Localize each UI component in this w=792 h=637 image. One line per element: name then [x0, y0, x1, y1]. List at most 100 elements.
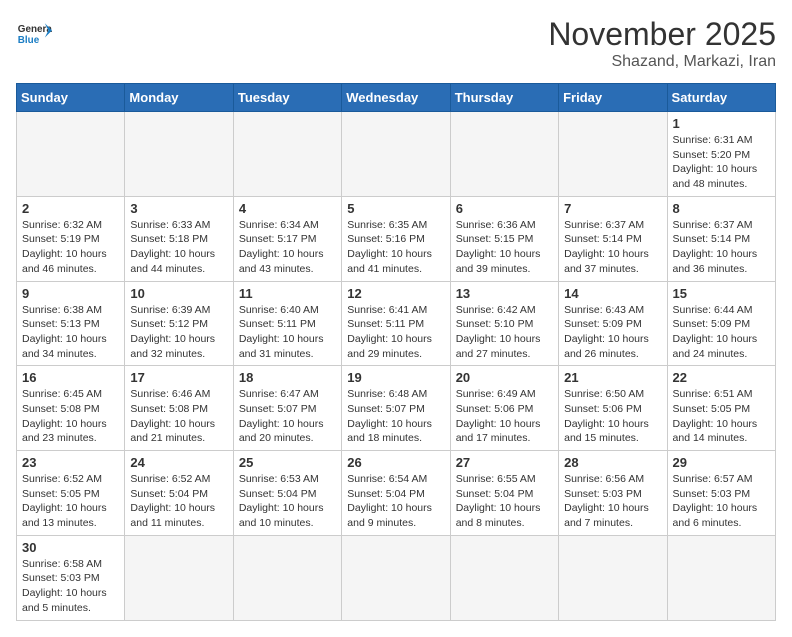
day-info: Sunrise: 6:39 AM Sunset: 5:12 PM Dayligh…: [130, 303, 227, 362]
logo-icon: General Blue: [16, 16, 52, 52]
day-info: Sunrise: 6:52 AM Sunset: 5:04 PM Dayligh…: [130, 472, 227, 531]
logo: General Blue: [16, 16, 52, 52]
day-number: 11: [239, 286, 336, 301]
day-info: Sunrise: 6:49 AM Sunset: 5:06 PM Dayligh…: [456, 387, 553, 446]
day-info: Sunrise: 6:46 AM Sunset: 5:08 PM Dayligh…: [130, 387, 227, 446]
day-info: Sunrise: 6:50 AM Sunset: 5:06 PM Dayligh…: [564, 387, 661, 446]
day-info: Sunrise: 6:56 AM Sunset: 5:03 PM Dayligh…: [564, 472, 661, 531]
day-number: 9: [22, 286, 119, 301]
calendar-day-cell: 25 Sunrise: 6:53 AM Sunset: 5:04 PM Dayli…: [233, 451, 341, 536]
calendar-day-cell: 9 Sunrise: 6:38 AM Sunset: 5:13 PM Daylig…: [17, 281, 125, 366]
title-block: November 2025 Shazand, Markazi, Iran: [548, 16, 776, 71]
calendar-day-cell: [125, 535, 233, 620]
day-info: Sunrise: 6:34 AM Sunset: 5:17 PM Dayligh…: [239, 218, 336, 277]
weekday-header-tuesday: Tuesday: [233, 84, 341, 112]
day-number: 15: [673, 286, 770, 301]
calendar-day-cell: 23 Sunrise: 6:52 AM Sunset: 5:05 PM Dayli…: [17, 451, 125, 536]
calendar-day-cell: 26Sunrise: 6:54 AM Sunset: 5:04 PM Dayli…: [342, 451, 450, 536]
weekday-header-saturday: Saturday: [667, 84, 775, 112]
location-title: Shazand, Markazi, Iran: [548, 53, 776, 71]
day-info: Sunrise: 6:35 AM Sunset: 5:16 PM Dayligh…: [347, 218, 444, 277]
day-info: Sunrise: 6:31 AM Sunset: 5:20 PM Dayligh…: [673, 133, 770, 192]
calendar-day-cell: [342, 535, 450, 620]
day-number: 6: [456, 201, 553, 216]
day-number: 22: [673, 370, 770, 385]
day-number: 18: [239, 370, 336, 385]
day-info: Sunrise: 6:42 AM Sunset: 5:10 PM Dayligh…: [456, 303, 553, 362]
calendar-day-cell: 6 Sunrise: 6:36 AM Sunset: 5:15 PM Daylig…: [450, 196, 558, 281]
day-number: 24: [130, 455, 227, 470]
day-info: Sunrise: 6:53 AM Sunset: 5:04 PM Dayligh…: [239, 472, 336, 531]
calendar-day-cell: 3 Sunrise: 6:33 AM Sunset: 5:18 PM Daylig…: [125, 196, 233, 281]
day-number: 21: [564, 370, 661, 385]
day-number: 3: [130, 201, 227, 216]
calendar-day-cell: [450, 535, 558, 620]
day-number: 13: [456, 286, 553, 301]
calendar-day-cell: 22Sunrise: 6:51 AM Sunset: 5:05 PM Dayli…: [667, 366, 775, 451]
calendar-day-cell: 29Sunrise: 6:57 AM Sunset: 5:03 PM Dayli…: [667, 451, 775, 536]
day-number: 29: [673, 455, 770, 470]
day-info: Sunrise: 6:33 AM Sunset: 5:18 PM Dayligh…: [130, 218, 227, 277]
day-info: Sunrise: 6:40 AM Sunset: 5:11 PM Dayligh…: [239, 303, 336, 362]
month-title: November 2025: [548, 16, 776, 53]
weekday-header-sunday: Sunday: [17, 84, 125, 112]
weekday-header-friday: Friday: [559, 84, 667, 112]
weekday-header-wednesday: Wednesday: [342, 84, 450, 112]
calendar-day-cell: 7 Sunrise: 6:37 AM Sunset: 5:14 PM Daylig…: [559, 196, 667, 281]
calendar-day-cell: 24 Sunrise: 6:52 AM Sunset: 5:04 PM Dayli…: [125, 451, 233, 536]
calendar-day-cell: 11 Sunrise: 6:40 AM Sunset: 5:11 PM Dayli…: [233, 281, 341, 366]
calendar-day-cell: [559, 112, 667, 197]
day-number: 4: [239, 201, 336, 216]
weekday-header-thursday: Thursday: [450, 84, 558, 112]
calendar-day-cell: 1 Sunrise: 6:31 AM Sunset: 5:20 PM Daylig…: [667, 112, 775, 197]
day-number: 30: [22, 540, 119, 555]
day-info: Sunrise: 6:52 AM Sunset: 5:05 PM Dayligh…: [22, 472, 119, 531]
calendar-day-cell: [125, 112, 233, 197]
day-number: 1: [673, 116, 770, 131]
svg-text:Blue: Blue: [18, 35, 40, 46]
calendar-day-cell: [233, 112, 341, 197]
day-number: 12: [347, 286, 444, 301]
page-header: General Blue November 2025 Shazand, Mark…: [16, 16, 776, 71]
day-info: Sunrise: 6:43 AM Sunset: 5:09 PM Dayligh…: [564, 303, 661, 362]
day-info: Sunrise: 6:48 AM Sunset: 5:07 PM Dayligh…: [347, 387, 444, 446]
calendar-day-cell: [450, 112, 558, 197]
day-number: 2: [22, 201, 119, 216]
calendar-day-cell: 28 Sunrise: 6:56 AM Sunset: 5:03 PM Dayli…: [559, 451, 667, 536]
day-number: 17: [130, 370, 227, 385]
calendar-day-cell: 14 Sunrise: 6:43 AM Sunset: 5:09 PM Dayli…: [559, 281, 667, 366]
day-info: Sunrise: 6:54 AM Sunset: 5:04 PM Dayligh…: [347, 472, 444, 531]
day-number: 5: [347, 201, 444, 216]
calendar-week-row: 2Sunrise: 6:32 AM Sunset: 5:19 PM Daylig…: [17, 196, 776, 281]
calendar-week-row: 23 Sunrise: 6:52 AM Sunset: 5:05 PM Dayli…: [17, 451, 776, 536]
day-info: Sunrise: 6:41 AM Sunset: 5:11 PM Dayligh…: [347, 303, 444, 362]
weekday-header-row: SundayMondayTuesdayWednesdayThursdayFrid…: [17, 84, 776, 112]
day-number: 10: [130, 286, 227, 301]
day-info: Sunrise: 6:36 AM Sunset: 5:15 PM Dayligh…: [456, 218, 553, 277]
day-number: 7: [564, 201, 661, 216]
calendar-day-cell: 8 Sunrise: 6:37 AM Sunset: 5:14 PM Daylig…: [667, 196, 775, 281]
day-info: Sunrise: 6:38 AM Sunset: 5:13 PM Dayligh…: [22, 303, 119, 362]
calendar-day-cell: 20Sunrise: 6:49 AM Sunset: 5:06 PM Dayli…: [450, 366, 558, 451]
calendar-week-row: 9 Sunrise: 6:38 AM Sunset: 5:13 PM Daylig…: [17, 281, 776, 366]
day-number: 23: [22, 455, 119, 470]
weekday-header-monday: Monday: [125, 84, 233, 112]
day-number: 8: [673, 201, 770, 216]
day-info: Sunrise: 6:37 AM Sunset: 5:14 PM Dayligh…: [673, 218, 770, 277]
calendar-week-row: 1 Sunrise: 6:31 AM Sunset: 5:20 PM Daylig…: [17, 112, 776, 197]
calendar-day-cell: 5 Sunrise: 6:35 AM Sunset: 5:16 PM Daylig…: [342, 196, 450, 281]
calendar-day-cell: 2Sunrise: 6:32 AM Sunset: 5:19 PM Daylig…: [17, 196, 125, 281]
day-info: Sunrise: 6:44 AM Sunset: 5:09 PM Dayligh…: [673, 303, 770, 362]
calendar-day-cell: [17, 112, 125, 197]
calendar-day-cell: 16Sunrise: 6:45 AM Sunset: 5:08 PM Dayli…: [17, 366, 125, 451]
calendar-day-cell: [233, 535, 341, 620]
day-info: Sunrise: 6:37 AM Sunset: 5:14 PM Dayligh…: [564, 218, 661, 277]
calendar-day-cell: 13 Sunrise: 6:42 AM Sunset: 5:10 PM Dayli…: [450, 281, 558, 366]
day-info: Sunrise: 6:45 AM Sunset: 5:08 PM Dayligh…: [22, 387, 119, 446]
calendar-day-cell: 4 Sunrise: 6:34 AM Sunset: 5:17 PM Daylig…: [233, 196, 341, 281]
calendar-day-cell: 12 Sunrise: 6:41 AM Sunset: 5:11 PM Dayli…: [342, 281, 450, 366]
day-info: Sunrise: 6:55 AM Sunset: 5:04 PM Dayligh…: [456, 472, 553, 531]
day-number: 25: [239, 455, 336, 470]
day-number: 28: [564, 455, 661, 470]
day-number: 14: [564, 286, 661, 301]
